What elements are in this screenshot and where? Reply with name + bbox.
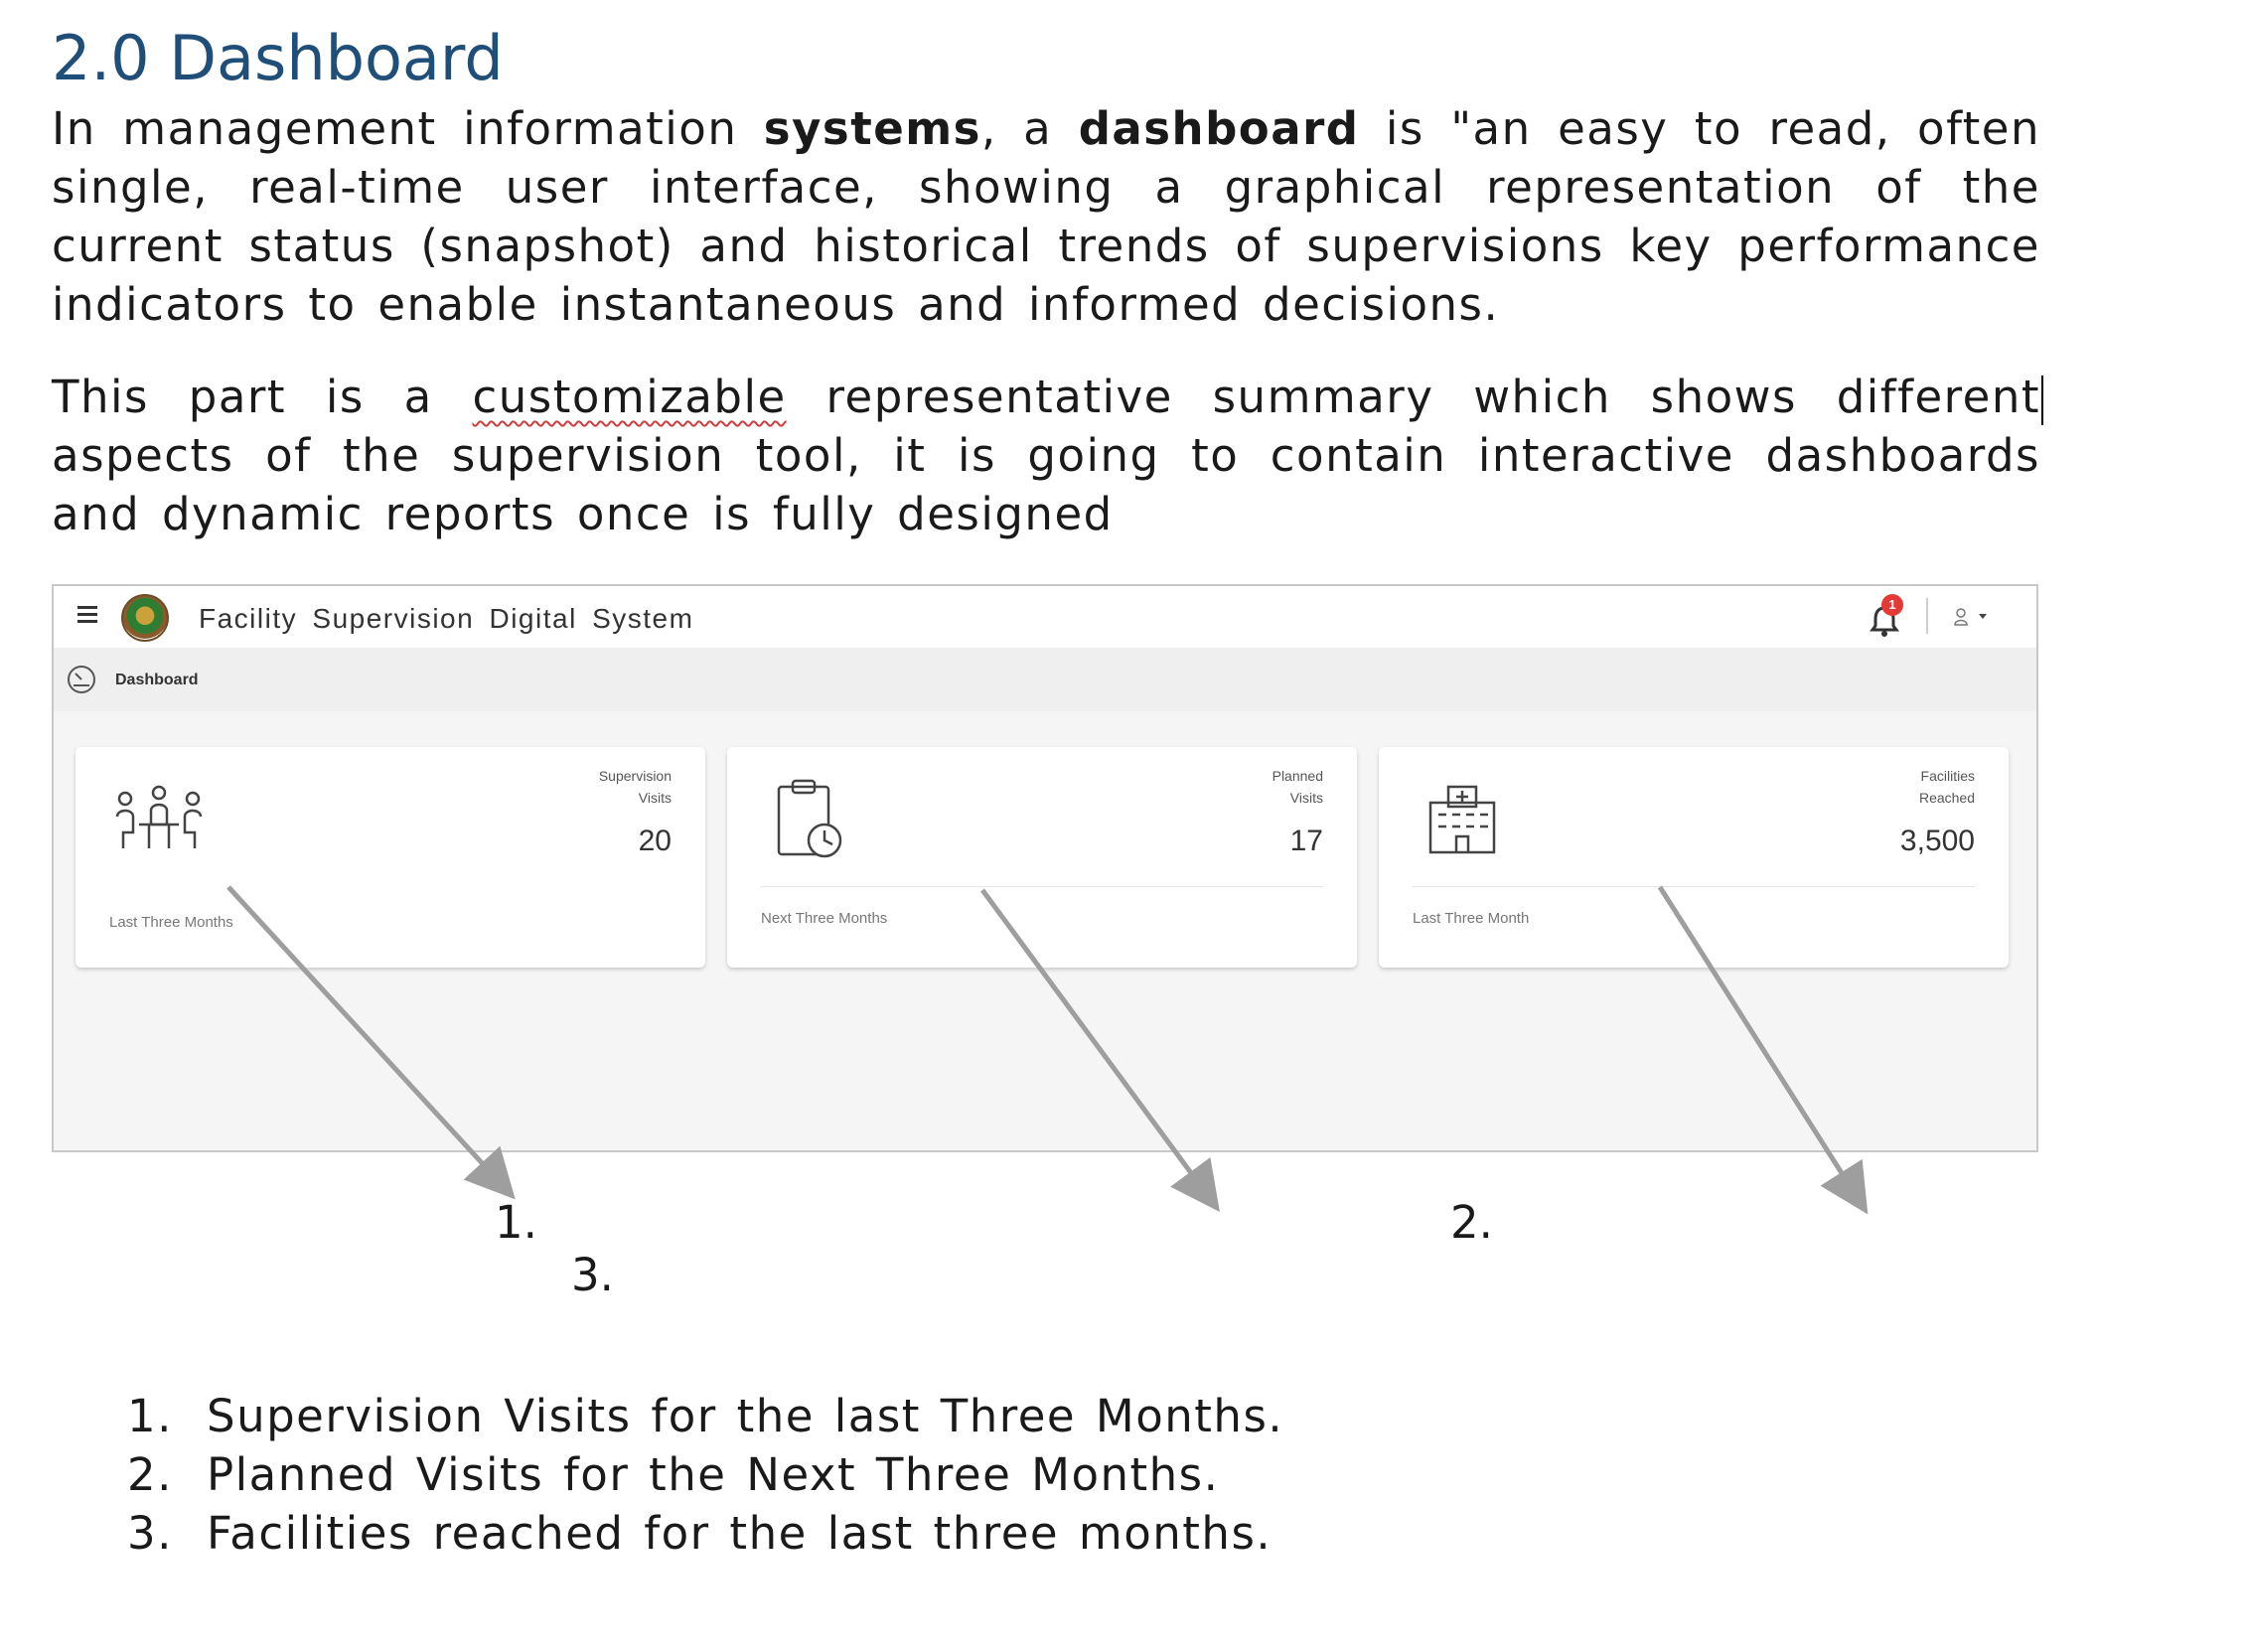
section-heading: 2.0 Dashboard [52,22,504,94]
list-number: 2. [127,1448,173,1501]
intro-bold-systems: systems [763,102,981,155]
card-label-line2: Reached [1918,790,1975,806]
card-footer: Next Three Months [761,910,888,927]
intro-text-2: , a [980,102,1079,155]
breadcrumb[interactable]: Dashboard [115,672,199,689]
card-divider [1413,886,1975,887]
hospital-building-icon [1428,785,1496,854]
card-footer: Last Three Month [1413,910,1530,927]
embedded-dashboard-screenshot: Facility Supervision Digital System 1 Da… [52,584,2038,1152]
card-divider [761,886,1323,887]
card-label-line1: Facilities [1920,768,1975,784]
callout-number: 1. [495,1196,537,1249]
list-text: Facilities reached for the last three mo… [207,1507,1273,1560]
card-label: Facilities Reached [1816,765,1975,809]
card-value: 20 [638,825,672,857]
coat-of-arms-logo [121,594,169,642]
notification-badge: 1 [1881,594,1903,616]
gauge-icon [68,666,95,693]
callout-number: 2. [1450,1196,1493,1249]
card-label: Planned Visits [1164,765,1323,809]
stat-card-facilities-reached[interactable]: Facilities Reached 3,500 Last Three Month [1379,747,2009,968]
card-label-line1: Supervision [598,768,672,784]
clipboard-clock-icon [777,779,842,858]
list-item: 1. Supervision Visits for the last Three … [127,1387,1283,1445]
list-text: Supervision Visits for the last Three Mo… [207,1390,1284,1442]
card-label: Supervision Visits [513,765,672,809]
topbar-divider [1926,598,1928,634]
list-number: 3. [127,1507,173,1560]
card-footer: Last Three Months [109,914,233,931]
card-value: 3,500 [1899,825,1975,857]
list-item: 2. Planned Visits for the Next Three Mont… [127,1445,1283,1504]
card-value: 17 [1289,825,1323,857]
hamburger-icon[interactable] [77,606,97,624]
intro-paragraph: In management information systems, a das… [52,99,2040,334]
list-text: Planned Visits for the Next Three Months… [207,1448,1220,1501]
intro-bold-dashboard: dashboard [1078,102,1360,155]
text-cursor [2041,375,2043,425]
intro-text-1: In management information [52,102,764,155]
numbered-list: 1. Supervision Visits for the last Three … [127,1387,1283,1563]
stat-card-supervision-visits[interactable]: Supervision Visits 20 Last Three Months [75,747,705,968]
app-title: Facility Supervision Digital System [199,603,694,634]
list-item: 3. Facilities reached for the last three … [127,1504,1283,1563]
breadcrumb-bar: Dashboard [54,648,2036,711]
stat-card-planned-visits[interactable]: Planned Visits 17 Next Three Months [727,747,1357,968]
meeting-people-icon [115,785,203,848]
user-icon[interactable] [1953,608,1997,626]
card-label-line1: Planned [1272,768,1323,784]
card-label-line2: Visits [638,790,672,806]
summary-text-1: This part is a [52,371,473,423]
summary-paragraph[interactable]: This part is a customizable representati… [52,368,2040,543]
list-number: 1. [127,1390,173,1442]
spellcheck-word[interactable]: customizable [473,371,787,423]
card-label-line2: Visits [1289,790,1323,806]
callout-number: 3. [571,1249,614,1301]
app-topbar: Facility Supervision Digital System 1 [54,586,2036,648]
